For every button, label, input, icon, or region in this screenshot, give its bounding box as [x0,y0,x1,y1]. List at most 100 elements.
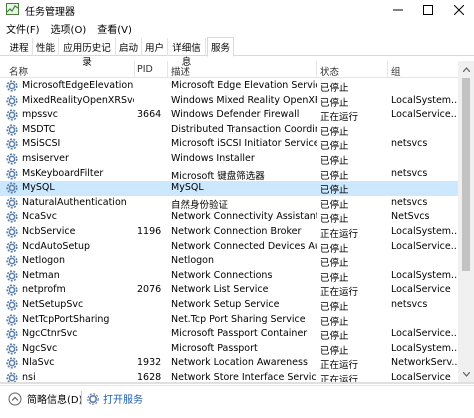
service-status: 已停止 [320,83,349,94]
service-description: Network Connections [171,269,273,281]
service-name: MixedRealityOpenXRSvc [22,94,134,106]
column-description[interactable]: 描述 [171,64,190,78]
table-row[interactable]: NetTcpPortSharing Net.Tcp Port Sharing Se… [0,313,458,328]
table-row[interactable]: NcaSvc Network Connectivity Assistant 已停止 N… [0,210,458,225]
service-gear-icon [6,270,18,282]
service-group: netsvcs [391,299,428,310]
service-group: netsvcs [391,138,428,150]
tab-services[interactable]: 服务 [207,37,234,57]
service-status: 正在运行 [320,375,359,382]
services-gear-icon [87,392,99,405]
service-pid: 2076 [137,284,162,296]
service-name: MsKeyboardFilter [22,167,104,179]
table-row[interactable]: NetSetupSvc Network Setup Service 已停止 netsv… [0,298,458,313]
service-gear-icon [6,240,18,253]
maximize-button[interactable] [414,0,442,20]
service-description: Network Setup Service [171,299,280,310]
service-gear-icon [6,124,18,136]
table-row[interactable]: MicrosoftEdgeElevationS... Microsoft Edge… [0,79,458,94]
tab-performance[interactable]: 性能 [33,38,59,56]
chevron-down-icon [462,371,470,377]
vertical-scrollbar[interactable] [458,61,474,382]
service-group: LocalService [391,284,451,296]
fewer-details-button[interactable]: 简略信息(D) [8,391,83,406]
service-name: Netman [22,269,60,281]
menu-file[interactable]: 文件(F) [0,20,45,36]
service-gear-icon [6,167,18,180]
footer-divider [81,391,82,405]
scroll-up-button[interactable] [458,61,474,77]
service-name: NgcCtnrSvc [22,328,78,340]
column-status[interactable]: 状态 [320,64,339,78]
service-status: 已停止 [320,316,349,328]
column-name[interactable]: 名称 [9,64,28,78]
service-group: LocalSystem... [391,269,457,281]
table-row[interactable]: NlaSvc 1932 Network Location Awareness 正在运行… [0,356,458,371]
column-divider[interactable] [134,61,135,78]
service-name: MSDTC [22,123,56,135]
service-description: Net.Tcp Port Sharing Service [171,313,306,325]
service-group: netsvcs [391,196,428,208]
tab-users[interactable]: 用户 [142,38,168,56]
service-group: LocalService [391,372,451,382]
table-row[interactable]: MSDTC Distributed Transaction Coordina...… [0,123,458,138]
service-name: MicrosoftEdgeElevationS... [22,80,134,91]
table-row[interactable]: NgcCtnrSvc Microsoft Passport Container 已停… [0,327,458,342]
table-row[interactable]: MySQL MySQL 已停止 [0,181,458,196]
tab-details[interactable]: 详细信息 [168,38,206,68]
service-description: Windows Defender Firewall [171,109,300,121]
service-status: 已停止 [320,302,349,313]
service-status: 已停止 [320,331,349,343]
service-gear-icon [6,138,18,150]
close-button[interactable] [444,0,474,20]
service-name: NlaSvc [22,357,55,369]
table-row[interactable]: NgcSvc Microsoft Passport 已停止 LocalSystem..… [0,342,458,357]
table-row[interactable]: NcdAutoSetup Network Connected Devices Au… [0,240,458,255]
tab-processes[interactable]: 进程 [6,38,33,56]
open-services-link[interactable]: 打开服务 [87,391,143,406]
service-status: 正在运行 [320,360,359,372]
window-title: 任务管理器 [25,7,75,18]
service-description: Microsoft Passport Container [171,328,308,340]
table-row[interactable]: mpssvc 3664 Windows Defender Firewall 正在运行 L… [0,108,458,123]
service-description: Network Connection Broker [171,226,302,237]
minimize-button[interactable] [384,0,412,20]
column-divider[interactable] [387,61,388,78]
table-row[interactable]: msiserver Windows Installer 已停止 [0,152,458,167]
table-row[interactable]: netprofm 2076 Network List Service 正在运行 Loca… [0,283,458,298]
service-name: Netlogon [22,255,65,267]
horizontal-scrollbar[interactable] [0,382,474,384]
scroll-thumb[interactable] [462,78,470,271]
column-divider[interactable] [316,61,317,78]
table-row[interactable]: MSiSCSI Microsoft iSCSI Initiator Service… [0,137,458,152]
service-group: LocalService... [391,240,457,252]
menu-view[interactable]: 查看(V) [91,20,137,36]
service-status: 已停止 [320,214,349,226]
service-gear-icon [6,226,18,238]
task-manager-icon [6,3,19,15]
table-row[interactable]: NaturalAuthentication 自然身份验证 已停止 netsvcs [0,196,458,211]
table-row[interactable]: Netman Network Connections 已停止 LocalSystem.… [0,269,458,284]
service-status: 正在运行 [320,229,359,240]
scroll-down-button[interactable] [458,366,474,382]
tab-startup[interactable]: 启动 [116,38,142,56]
service-status: 正在运行 [320,287,359,299]
fewer-details-label: 简略信息(D) [27,395,83,406]
menu-options[interactable]: 选项(O) [45,20,92,36]
column-group[interactable]: 组 [391,64,401,78]
service-gear-icon [6,153,18,165]
column-header: 名称 PID 描述 状态 组 [0,61,474,78]
table-row[interactable]: MixedRealityOpenXRSvc Windows Mixed Reali… [0,94,458,109]
table-row[interactable]: nsi 1628 Network Store Interface Service 正在… [0,371,458,382]
service-name: NaturalAuthentication [22,196,127,208]
service-description: 自然身份验证 [171,199,229,211]
column-pid[interactable]: PID [137,64,153,75]
table-row[interactable]: MsKeyboardFilter Microsoft 键盘筛选器 已停止 netsvc… [0,167,458,182]
service-status: 已停止 [320,185,349,197]
service-gear-icon [6,299,18,311]
tab-app-history[interactable]: 应用历史记录 [59,38,116,68]
table-row[interactable]: NcbService 1196 Network Connection Broker 正… [0,225,458,240]
table-row[interactable]: Netlogon Netlogon 已停止 [0,254,458,269]
column-divider[interactable] [167,61,168,78]
open-services-label: 打开服务 [103,395,143,406]
